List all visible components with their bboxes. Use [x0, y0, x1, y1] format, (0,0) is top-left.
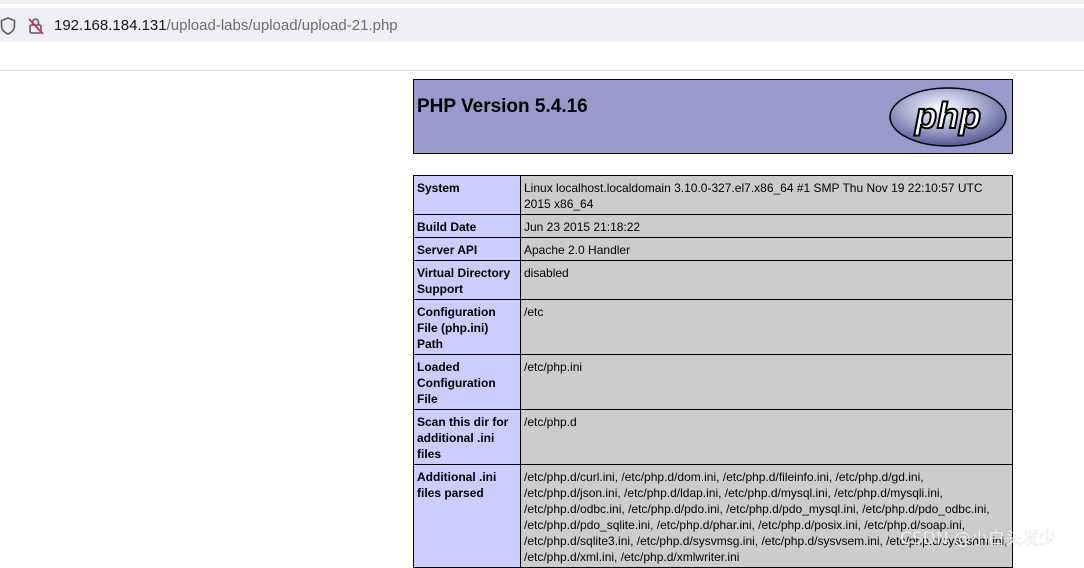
address-bar: 192.168.184.131/upload-labs/upload/uploa…: [0, 0, 1084, 42]
row-value: /etc: [520, 299, 1013, 355]
table-row: Virtual Directory Support disabled: [413, 260, 1013, 300]
url-field[interactable]: 192.168.184.131/upload-labs/upload/uploa…: [0, 8, 1084, 42]
row-value: /etc/php.ini: [520, 354, 1013, 410]
phpinfo-table: System Linux localhost.localdomain 3.10.0…: [413, 175, 1013, 568]
row-key: Server API: [413, 237, 521, 261]
row-key: System: [413, 175, 521, 215]
url-path: /upload-labs/upload/upload-21.php: [166, 17, 398, 34]
table-row: Loaded Configuration File/etc/php.ini: [413, 354, 1013, 410]
phpinfo-header: PHP Version 5.4.16 php: [413, 79, 1013, 154]
row-key: Virtual Directory Support: [413, 260, 521, 300]
table-row: Configuration File (php.ini) Path/etc: [413, 299, 1013, 355]
toolbar-divider: [0, 70, 1084, 71]
row-key: Loaded Configuration File: [413, 354, 521, 410]
row-key: Additional .ini files parsed: [413, 464, 521, 568]
watermark: CSDN @小白头发少: [900, 529, 1056, 549]
page-title: PHP Version 5.4.16: [417, 96, 588, 117]
table-row: System Linux localhost.localdomain 3.10.0…: [413, 175, 1013, 215]
row-value: Linux localhost.localdomain 3.10.0-327.e…: [520, 175, 1013, 215]
shield-icon[interactable]: [0, 17, 16, 35]
row-value: Apache 2.0 Handler: [520, 237, 1013, 261]
table-row: Server API Apache 2.0 Handler: [413, 237, 1013, 261]
row-key: Scan this dir for additional .ini files: [413, 409, 521, 465]
url-host: 192.168.184.131: [54, 17, 167, 34]
insecure-lock-icon[interactable]: [27, 17, 45, 35]
table-row: Build Date Jun 23 2015 21:18:22: [413, 214, 1013, 238]
row-value: Jun 23 2015 21:18:22: [520, 214, 1013, 238]
row-value: /etc/php.d/curl.ini, /etc/php.d/dom.ini,…: [520, 464, 1013, 568]
url-text[interactable]: 192.168.184.131/upload-labs/upload/uploa…: [54, 16, 398, 36]
row-value: disabled: [520, 260, 1013, 300]
row-key: Build Date: [413, 214, 521, 238]
row-value: /etc/php.d: [520, 409, 1013, 465]
row-key: Configuration File (php.ini) Path: [413, 299, 521, 355]
php-logo-text: php: [914, 95, 981, 136]
php-logo[interactable]: php: [888, 86, 1008, 148]
table-row: Additional .ini files parsed/etc/php.d/c…: [413, 464, 1013, 568]
table-row: Scan this dir for additional .ini files /…: [413, 409, 1013, 465]
phpinfo-content: PHP Version 5.4.16 php System Linux local…: [413, 79, 1013, 568]
